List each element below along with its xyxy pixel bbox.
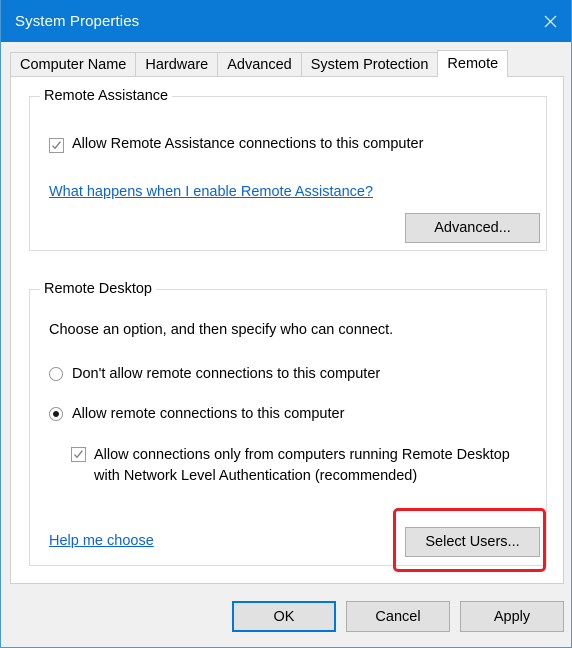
apply-button-label: Apply <box>493 608 531 625</box>
checkmark-icon[interactable] <box>71 447 86 462</box>
close-icon[interactable] <box>527 0 571 42</box>
checkmark-icon[interactable] <box>49 138 64 153</box>
radio-dont-allow-icon[interactable] <box>49 367 63 381</box>
tab-label: Computer Name <box>20 56 127 73</box>
cancel-button[interactable]: Cancel <box>346 601 450 632</box>
nla-checkbox-label: Allow connections only from computers ru… <box>94 445 510 487</box>
tab-hardware[interactable]: Hardware <box>135 52 219 76</box>
remote-desktop-instruction: Choose an option, and then specify who c… <box>49 322 394 338</box>
remote-assistance-group: Remote Assistance Allow Remote Assistanc… <box>29 88 547 251</box>
apply-button[interactable]: Apply <box>460 601 564 632</box>
tab-label: Hardware <box>145 56 209 73</box>
tab-label: System Protection <box>310 56 429 73</box>
window-title: System Properties <box>15 12 140 30</box>
radio-dont-allow-row[interactable]: Don't allow remote connections to this c… <box>49 366 380 382</box>
allow-remote-assistance-checkbox-row[interactable]: Allow Remote Assistance connections to t… <box>49 136 423 153</box>
remote-assistance-help-link[interactable]: What happens when I enable Remote Assist… <box>49 184 373 200</box>
select-users-button[interactable]: Select Users... <box>405 527 540 557</box>
tab-label: Remote <box>447 56 499 72</box>
ok-button-label: OK <box>273 608 295 625</box>
tab-content-panel: Remote Assistance Allow Remote Assistanc… <box>10 76 564 584</box>
radio-dont-allow-label: Don't allow remote connections to this c… <box>72 366 381 382</box>
nla-label-line2: with Network Level Authentication (recom… <box>94 468 418 484</box>
select-users-button-label: Select Users... <box>425 534 520 550</box>
tab-computer-name[interactable]: Computer Name <box>10 52 137 76</box>
radio-allow-label: Allow remote connections to this compute… <box>72 406 345 422</box>
tab-advanced[interactable]: Advanced <box>217 52 302 76</box>
allow-remote-assistance-label: Allow Remote Assistance connections to t… <box>72 136 424 152</box>
nla-checkbox-row[interactable]: Allow connections only from computers ru… <box>71 445 533 487</box>
advanced-button[interactable]: Advanced... <box>405 213 540 243</box>
help-me-choose-link[interactable]: Help me choose <box>49 533 154 549</box>
system-properties-window: System Properties Computer Name Hardware… <box>0 0 572 648</box>
remote-desktop-group-title: Remote Desktop <box>40 281 156 297</box>
remote-assistance-group-title: Remote Assistance <box>40 88 173 104</box>
tab-label: Advanced <box>227 56 292 73</box>
tab-remote[interactable]: Remote <box>437 50 509 77</box>
tab-system-protection[interactable]: System Protection <box>300 52 439 76</box>
radio-allow-row[interactable]: Allow remote connections to this compute… <box>49 406 344 422</box>
nla-label-line1: Allow connections only from computers ru… <box>94 447 510 463</box>
remote-desktop-group: Remote Desktop Choose an option, and the… <box>29 281 547 566</box>
title-bar: System Properties <box>1 0 571 42</box>
radio-allow-icon[interactable] <box>49 407 63 421</box>
cancel-button-label: Cancel <box>375 608 421 625</box>
advanced-button-label: Advanced... <box>434 220 511 236</box>
ok-button[interactable]: OK <box>232 601 336 632</box>
tab-strip: Computer Name Hardware Advanced System P… <box>10 50 509 77</box>
